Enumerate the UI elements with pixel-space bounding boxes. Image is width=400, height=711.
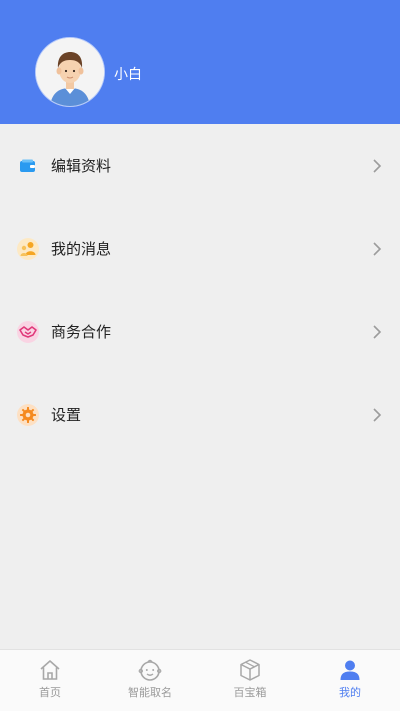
avatar[interactable] bbox=[36, 38, 104, 106]
menu-item-label: 我的消息 bbox=[51, 239, 112, 258]
menu-item-my-messages[interactable]: 我的消息 bbox=[0, 207, 400, 290]
tab-smart-naming[interactable]: 智能取名 bbox=[100, 650, 200, 711]
username: 小白 bbox=[114, 67, 142, 83]
tab-label: 首页 bbox=[39, 686, 61, 699]
chevron-right-icon bbox=[371, 407, 383, 423]
menu-item-edit-profile[interactable]: 编辑资料 bbox=[0, 124, 400, 207]
menu-item-business[interactable]: 商务合作 bbox=[0, 290, 400, 373]
tab-label: 智能取名 bbox=[128, 686, 172, 699]
tab-home[interactable]: 首页 bbox=[0, 650, 100, 711]
tab-mine[interactable]: 我的 bbox=[300, 650, 400, 711]
box-icon bbox=[240, 659, 260, 681]
menu-item-settings[interactable]: 设置 bbox=[0, 373, 400, 456]
chevron-right-icon bbox=[371, 158, 383, 174]
menu-item-label: 商务合作 bbox=[51, 322, 112, 341]
settings-menu: 编辑资料 我的消息 商务合作 设置 bbox=[0, 124, 400, 456]
menu-item-label: 编辑资料 bbox=[51, 156, 112, 175]
profile-header: 小白 bbox=[0, 0, 400, 124]
baby-face-icon bbox=[138, 659, 162, 681]
bottom-tab-bar: 首页 智能取名 百宝箱 我的 bbox=[0, 649, 400, 711]
people-icon bbox=[17, 237, 39, 260]
home-icon bbox=[40, 660, 60, 680]
tab-toolbox[interactable]: 百宝箱 bbox=[200, 650, 300, 711]
person-icon bbox=[340, 660, 360, 680]
chevron-right-icon bbox=[371, 324, 383, 340]
chevron-right-icon bbox=[371, 241, 383, 257]
handshake-icon bbox=[17, 320, 39, 343]
menu-item-label: 设置 bbox=[51, 405, 82, 424]
profile-screen: 小白 编辑资料 我的消息 商务合作 设置 首页 智能取名 百宝箱 我的 bbox=[0, 0, 400, 711]
tab-label: 我的 bbox=[339, 686, 361, 699]
wallet-icon bbox=[17, 155, 39, 177]
tab-label: 百宝箱 bbox=[233, 686, 267, 699]
gear-icon bbox=[17, 403, 39, 426]
user-avatar-icon bbox=[36, 38, 104, 106]
